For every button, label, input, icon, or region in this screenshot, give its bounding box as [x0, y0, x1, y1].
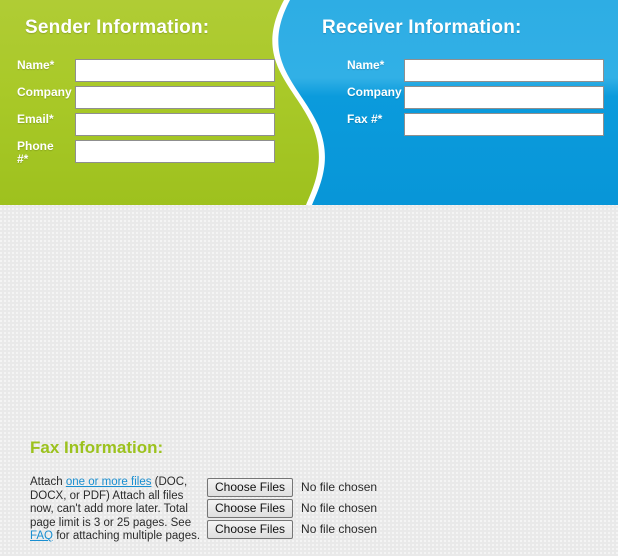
- form-header: Sender Information: Receiver Information…: [0, 0, 618, 205]
- choose-files-button-2[interactable]: Choose Files: [207, 498, 294, 518]
- file-status-1: No file chosen: [301, 480, 378, 494]
- receiver-field-company: Company: [347, 86, 604, 109]
- attach-suffix-text: for attaching multiple pages.: [53, 530, 201, 543]
- choose-files-button-3[interactable]: Choose Files: [207, 519, 294, 539]
- receiver-company-input[interactable]: [404, 86, 604, 109]
- receiver-name-input[interactable]: [404, 59, 604, 82]
- sender-company-label: Company: [17, 85, 72, 99]
- sender-email-input[interactable]: [75, 113, 275, 136]
- receiver-field-name: Name*: [347, 59, 604, 82]
- sender-field-name: Name*: [17, 59, 275, 82]
- choose-files-button-1[interactable]: Choose Files: [207, 477, 294, 497]
- sender-phone-input[interactable]: [75, 140, 275, 163]
- receiver-fax-input[interactable]: [404, 113, 604, 136]
- faq-link[interactable]: FAQ: [30, 530, 53, 542]
- sender-name-label: Name*: [17, 58, 55, 72]
- one-or-more-files-link[interactable]: one or more files: [66, 476, 152, 488]
- sender-section-title: Sender Information:: [25, 17, 210, 38]
- file-status-3: No file chosen: [301, 522, 378, 536]
- sender-phone-label: Phone #*: [17, 139, 54, 166]
- sender-field-email: Email*: [17, 113, 275, 136]
- sender-field-company: Company: [17, 86, 275, 109]
- sender-company-input[interactable]: [75, 86, 275, 109]
- file-upload-row-3: Choose Files No file chosen: [207, 519, 377, 539]
- fax-information-title: Fax Information:: [30, 438, 164, 457]
- file-upload-group: Choose Files No file chosen Choose Files…: [207, 477, 377, 540]
- file-upload-row-2: Choose Files No file chosen: [207, 498, 377, 518]
- sender-name-input[interactable]: [75, 59, 275, 82]
- receiver-company-label: Company: [347, 85, 402, 99]
- sender-email-label: Email*: [17, 112, 54, 126]
- attachment-instructions: Attach one or more files (DOC, DOCX, or …: [30, 476, 205, 544]
- file-status-2: No file chosen: [301, 501, 378, 515]
- receiver-fax-label: Fax #*: [347, 112, 383, 126]
- file-upload-row-1: Choose Files No file chosen: [207, 477, 377, 497]
- receiver-name-label: Name*: [347, 58, 385, 72]
- receiver-field-fax: Fax #*: [347, 113, 604, 136]
- receiver-section-title: Receiver Information:: [322, 17, 522, 38]
- sender-field-phone: Phone #*: [17, 140, 275, 166]
- attach-prefix-text: Attach: [30, 476, 66, 488]
